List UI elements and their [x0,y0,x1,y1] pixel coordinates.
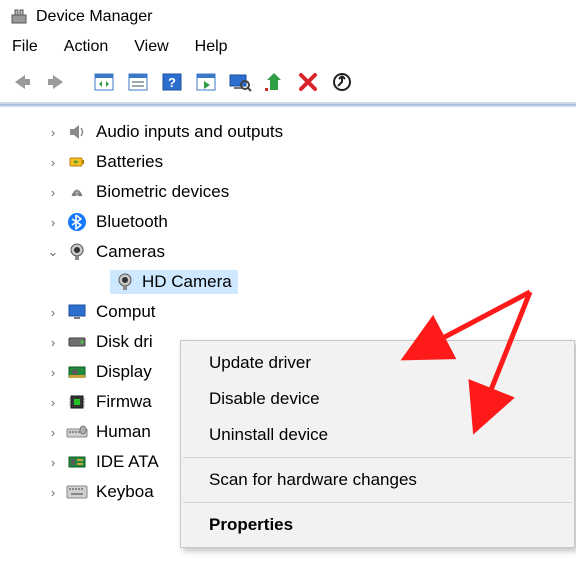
tree-node-hd-camera[interactable]: HD Camera [0,267,576,297]
chevron-right-icon[interactable]: › [44,125,62,140]
camera-icon [66,241,88,263]
menu-item-disable-device[interactable]: Disable device [181,381,574,417]
fingerprint-icon [66,181,88,203]
gpu-icon [66,361,88,383]
tree-label: Keyboa [96,482,154,502]
menu-item-update-driver[interactable]: Update driver [181,345,574,381]
tree-label: Cameras [96,242,165,262]
back-button[interactable] [6,68,38,96]
tree-node-batteries[interactable]: › Batteries [0,147,576,177]
tree-label-selected: HD Camera [142,272,232,292]
chevron-right-icon[interactable]: › [44,215,62,230]
tree-label: Display [96,362,152,382]
show-hide-console-tree-button[interactable] [88,68,120,96]
speaker-icon [66,121,88,143]
tree-label: Comput [96,302,156,322]
window-title: Device Manager [36,8,153,26]
chevron-right-icon[interactable]: › [44,155,62,170]
tree-label: Firmwa [96,392,152,412]
tree-node-bluetooth[interactable]: › Bluetooth [0,207,576,237]
chevron-right-icon[interactable]: › [44,425,62,440]
menu-view[interactable]: View [134,38,168,56]
help-button[interactable]: ? [156,68,188,96]
menu-separator [183,457,572,458]
uninstall-button[interactable] [292,68,324,96]
menu-help[interactable]: Help [195,38,228,56]
toolbar: ? [0,64,576,104]
bluetooth-icon [66,211,88,233]
tree-label: Biometric devices [96,182,229,202]
action-window-button[interactable] [190,68,222,96]
tree-label: Batteries [96,152,163,172]
chip-icon [66,391,88,413]
menu-item-uninstall-device[interactable]: Uninstall device [181,417,574,453]
chevron-right-icon[interactable]: › [44,395,62,410]
menu-action[interactable]: Action [64,38,108,56]
ide-icon [66,451,88,473]
menu-item-properties[interactable]: Properties [181,507,574,543]
app-icon [10,8,28,26]
tree-node-biometric[interactable]: › Biometric devices [0,177,576,207]
chevron-right-icon[interactable]: › [44,185,62,200]
monitor-icon [66,301,88,323]
chevron-down-icon[interactable]: ⌄ [44,244,62,260]
tree-node-audio[interactable]: › Audio inputs and outputs [0,117,576,147]
tree-node-computer[interactable]: › Comput [0,297,576,327]
tree-label: Bluetooth [96,212,168,232]
battery-icon [66,151,88,173]
scan-hardware-button[interactable] [326,68,358,96]
update-driver-button[interactable] [258,68,290,96]
chevron-right-icon[interactable]: › [44,365,62,380]
menu-item-scan-hardware[interactable]: Scan for hardware changes [181,462,574,498]
forward-button[interactable] [40,68,72,96]
tree-label: Audio inputs and outputs [96,122,283,142]
hid-icon [66,421,88,443]
tree-label: IDE ATA [96,452,159,472]
chevron-right-icon[interactable]: › [44,335,62,350]
tree-label: Human [96,422,151,442]
menubar: File Action View Help [0,32,576,64]
menu-file[interactable]: File [12,38,38,56]
menu-separator [183,502,572,503]
tree-node-cameras[interactable]: ⌄ Cameras [0,237,576,267]
tree-label: Disk dri [96,332,153,352]
scan-hardware-monitor-button[interactable] [224,68,256,96]
chevron-right-icon[interactable]: › [44,485,62,500]
titlebar: Device Manager [0,0,576,32]
context-menu: Update driver Disable device Uninstall d… [180,340,575,548]
keyboard-icon [66,481,88,503]
svg-text:?: ? [168,75,176,90]
chevron-right-icon[interactable]: › [44,305,62,320]
drive-icon [66,331,88,353]
chevron-right-icon[interactable]: › [44,455,62,470]
properties-button[interactable] [122,68,154,96]
camera-icon [114,271,136,293]
